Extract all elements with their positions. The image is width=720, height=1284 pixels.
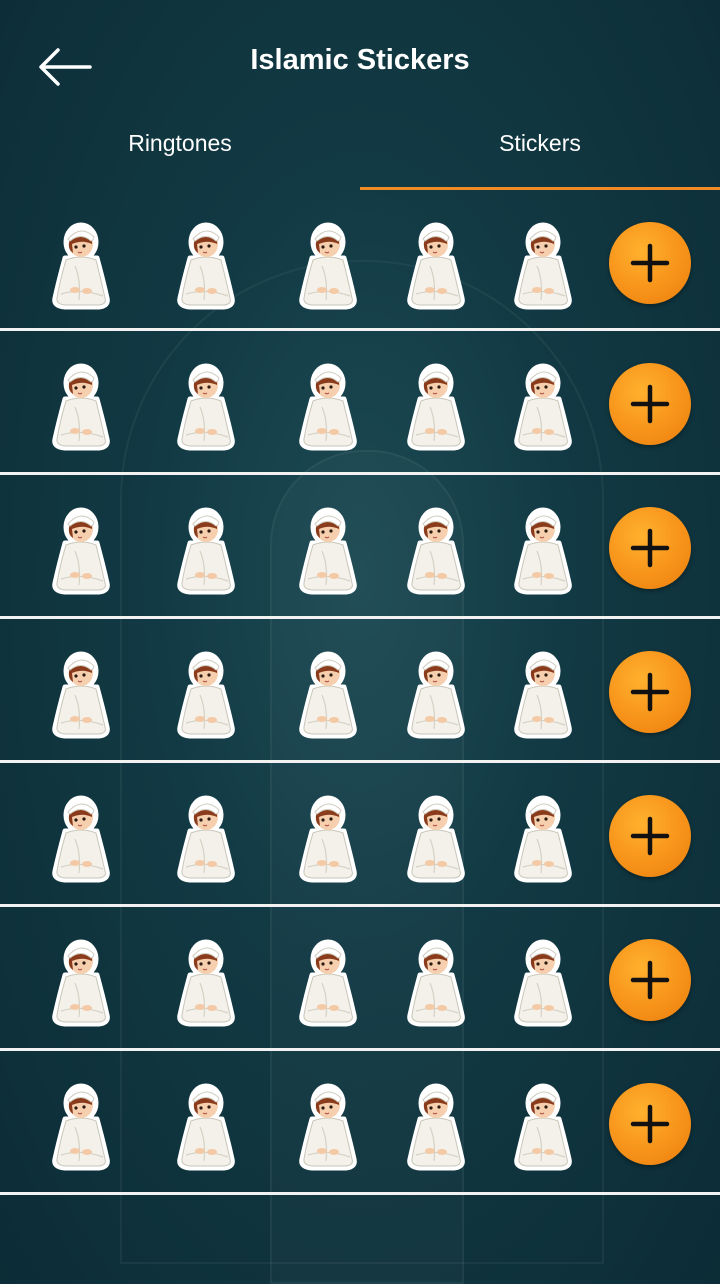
praying-boy-sticker[interactable]: [400, 220, 472, 312]
praying-boy-sticker[interactable]: [507, 1081, 579, 1173]
add-to-whatsapp-button[interactable]: [609, 507, 691, 589]
praying-boy-sticker[interactable]: [400, 793, 472, 885]
sticker-pack-row[interactable]: [0, 475, 720, 619]
sticker-pack-row[interactable]: [0, 190, 720, 331]
praying-boy-sticker[interactable]: [400, 649, 472, 741]
praying-boy-sticker[interactable]: [507, 361, 579, 453]
praying-boy-sticker[interactable]: [170, 361, 242, 453]
plus-icon: [630, 1104, 670, 1144]
sticker-pack-row[interactable]: [0, 907, 720, 1051]
sticker-pack-list: [0, 190, 720, 1195]
sticker-pack-row[interactable]: [0, 331, 720, 475]
tab-stickers[interactable]: Stickers: [360, 112, 720, 190]
sticker-pack-row[interactable]: [0, 619, 720, 763]
plus-icon: [630, 243, 670, 283]
sticker-pack-row[interactable]: [0, 1051, 720, 1195]
plus-icon: [630, 960, 670, 1000]
praying-boy-sticker[interactable]: [170, 220, 242, 312]
praying-boy-sticker[interactable]: [292, 649, 364, 741]
praying-boy-sticker[interactable]: [400, 361, 472, 453]
add-to-whatsapp-button[interactable]: [609, 1083, 691, 1165]
praying-boy-sticker[interactable]: [292, 220, 364, 312]
app-header: Islamic Stickers: [0, 0, 720, 125]
plus-icon: [630, 528, 670, 568]
praying-boy-sticker[interactable]: [45, 649, 117, 741]
praying-boy-sticker[interactable]: [292, 361, 364, 453]
praying-boy-sticker[interactable]: [292, 793, 364, 885]
add-to-whatsapp-button[interactable]: [609, 651, 691, 733]
praying-boy-sticker[interactable]: [45, 1081, 117, 1173]
sticker-pack-row[interactable]: [0, 763, 720, 907]
add-to-whatsapp-button[interactable]: [609, 939, 691, 1021]
praying-boy-sticker[interactable]: [507, 793, 579, 885]
praying-boy-sticker[interactable]: [507, 937, 579, 1029]
tab-ringtones[interactable]: Ringtones: [0, 112, 360, 190]
praying-boy-sticker[interactable]: [170, 937, 242, 1029]
plus-icon: [630, 672, 670, 712]
praying-boy-sticker[interactable]: [400, 1081, 472, 1173]
page-title: Islamic Stickers: [250, 44, 470, 76]
praying-boy-sticker[interactable]: [45, 505, 117, 597]
praying-boy-sticker[interactable]: [400, 937, 472, 1029]
praying-boy-sticker[interactable]: [507, 505, 579, 597]
add-to-whatsapp-button[interactable]: [609, 795, 691, 877]
praying-boy-sticker[interactable]: [45, 793, 117, 885]
praying-boy-sticker[interactable]: [400, 505, 472, 597]
praying-boy-sticker[interactable]: [45, 220, 117, 312]
plus-icon: [630, 816, 670, 856]
praying-boy-sticker[interactable]: [170, 505, 242, 597]
praying-boy-sticker[interactable]: [292, 1081, 364, 1173]
tab-bar: Ringtones Stickers: [0, 112, 720, 190]
praying-boy-sticker[interactable]: [507, 649, 579, 741]
add-to-whatsapp-button[interactable]: [609, 222, 691, 304]
praying-boy-sticker[interactable]: [170, 649, 242, 741]
praying-boy-sticker[interactable]: [45, 937, 117, 1029]
praying-boy-sticker[interactable]: [292, 937, 364, 1029]
praying-boy-sticker[interactable]: [45, 361, 117, 453]
add-to-whatsapp-button[interactable]: [609, 363, 691, 445]
praying-boy-sticker[interactable]: [507, 220, 579, 312]
praying-boy-sticker[interactable]: [170, 1081, 242, 1173]
praying-boy-sticker[interactable]: [170, 793, 242, 885]
plus-icon: [630, 384, 670, 424]
praying-boy-sticker[interactable]: [292, 505, 364, 597]
